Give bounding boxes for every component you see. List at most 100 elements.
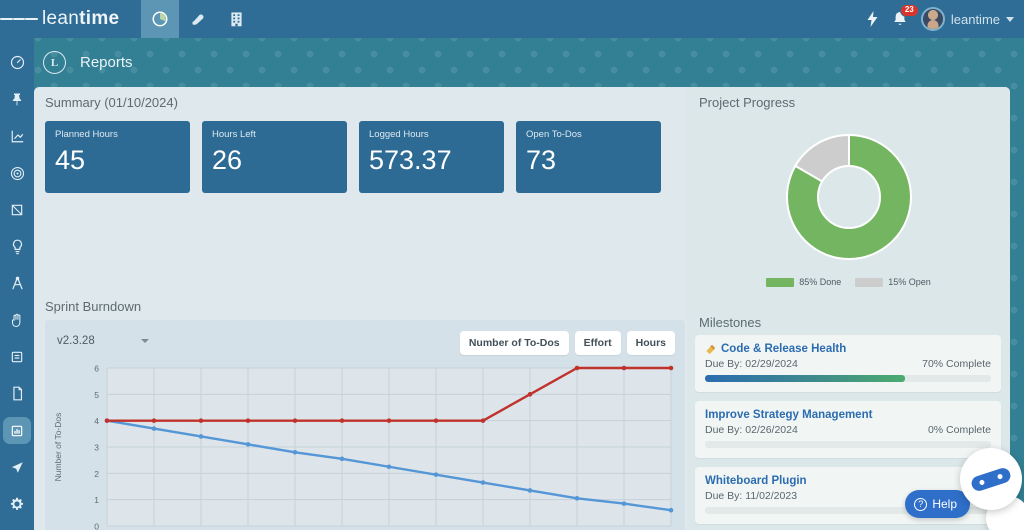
svg-text:0: 0 bbox=[94, 522, 99, 530]
version-select[interactable]: v2.3.28 bbox=[57, 335, 149, 347]
brand-logo[interactable]: leantime bbox=[42, 8, 119, 30]
milestones-title: Milestones bbox=[699, 315, 762, 330]
sidebar-item-files[interactable] bbox=[3, 380, 31, 408]
card-value: 26 bbox=[212, 145, 243, 175]
svg-text:4: 4 bbox=[94, 416, 99, 426]
card-label: Open To-Dos bbox=[526, 129, 582, 140]
legend-item-open: 15% Open bbox=[855, 277, 931, 287]
summary-card-open-todos[interactable]: Open To-Dos 73 bbox=[516, 121, 661, 193]
brand-light-text: lean bbox=[42, 8, 80, 29]
summary-cards: Planned Hours 45 Hours Left 26 Logged Ho… bbox=[45, 121, 685, 193]
svg-text:1: 1 bbox=[94, 495, 99, 505]
summary-card-hours-left[interactable]: Hours Left 26 bbox=[202, 121, 347, 193]
milestone-percent: 70% Complete bbox=[922, 358, 991, 370]
notifications-button[interactable]: 23 bbox=[893, 4, 919, 27]
sidebar-item-research[interactable] bbox=[3, 270, 31, 298]
milestone-card[interactable]: Improve Strategy Management Due By: 02/2… bbox=[695, 401, 1001, 458]
sidebar-item-wiki[interactable] bbox=[3, 343, 31, 371]
sidebar-item-dashboard[interactable] bbox=[3, 49, 31, 77]
tag-icon bbox=[706, 344, 716, 354]
legend-label: 15% Open bbox=[888, 277, 931, 287]
milestone-card[interactable]: Code & Release Health Due By: 02/29/2024… bbox=[695, 335, 1001, 392]
gear-icon[interactable] bbox=[3, 490, 31, 518]
svg-text:6: 6 bbox=[94, 364, 99, 374]
left-column: Summary (01/10/2024) Planned Hours 45 Ho… bbox=[34, 87, 687, 530]
version-value: v2.3.28 bbox=[57, 335, 95, 347]
chart-metric-buttons: Number of To-Dos Effort Hours bbox=[459, 331, 675, 355]
milestone-name-row: Code & Release Health bbox=[705, 343, 991, 355]
question-icon: ? bbox=[914, 497, 928, 511]
sidebar-item-board[interactable] bbox=[3, 196, 31, 224]
metric-button-number-of-todos[interactable]: Number of To-Dos bbox=[459, 331, 569, 355]
svg-text:3: 3 bbox=[94, 443, 99, 453]
sprint-burndown-chart: v2.3.28 Number of To-Dos Effort Hours 0 1… bbox=[45, 320, 685, 530]
card-value: 73 bbox=[526, 145, 557, 175]
card-label: Logged Hours bbox=[369, 129, 429, 140]
brand-bold-text: time bbox=[79, 8, 120, 29]
milestone-meta: Due By: 02/26/2024 0% Complete bbox=[705, 424, 991, 436]
sidebar-item-ideas[interactable] bbox=[3, 233, 31, 261]
sidebar-item-retrospective[interactable] bbox=[3, 306, 31, 334]
hamburger-icon[interactable] bbox=[0, 0, 39, 38]
leantime-logo-icon: L bbox=[43, 51, 66, 74]
left-sidebar bbox=[0, 38, 34, 530]
milestone-progress-fill bbox=[705, 375, 906, 382]
burndown-svg: 0123456Jul 24Jul 25Jul 26Jul 27Jul 28Jul… bbox=[53, 364, 674, 530]
milestone-percent: 0% Complete bbox=[927, 424, 991, 436]
milestone-name: Whiteboard Plugin bbox=[705, 475, 807, 487]
summary-card-planned-hours[interactable]: Planned Hours 45 bbox=[45, 121, 190, 193]
project-progress-title: Project Progress bbox=[699, 95, 796, 110]
milestone-due: Due By: 11/02/2023 bbox=[705, 490, 798, 502]
svg-text:Number of To-Dos: Number of To-Dos bbox=[53, 413, 63, 482]
top-bar: leantime 23 leantime bbox=[0, 0, 1024, 38]
chart-controls: v2.3.28 bbox=[57, 335, 149, 347]
legend-swatch bbox=[766, 277, 795, 287]
milestone-progress-bar bbox=[705, 441, 991, 448]
card-label: Hours Left bbox=[212, 129, 256, 140]
top-nav bbox=[141, 0, 255, 38]
project-progress-donut bbox=[687, 117, 1010, 277]
donut-legend: 85% Done 15% Open bbox=[687, 277, 1010, 287]
sprint-burndown-title: Sprint Burndown bbox=[45, 299, 142, 314]
legend-swatch bbox=[855, 277, 884, 287]
milestone-name: Improve Strategy Management bbox=[705, 409, 873, 421]
help-button[interactable]: ? Help bbox=[905, 490, 970, 518]
svg-text:2: 2 bbox=[94, 469, 99, 479]
chat-widget[interactable] bbox=[960, 448, 1022, 510]
sidebar-item-goals[interactable] bbox=[3, 159, 31, 187]
summary-card-logged-hours[interactable]: Logged Hours 573.37 bbox=[359, 121, 504, 193]
chat-icon bbox=[969, 465, 1013, 493]
main-panel: Summary (01/10/2024) Planned Hours 45 Ho… bbox=[34, 87, 1010, 530]
legend-label: 85% Done bbox=[799, 277, 842, 287]
milestone-due: Due By: 02/29/2024 bbox=[705, 358, 798, 370]
app-root: leantime 23 leantime L Reports Summary (… bbox=[0, 0, 1024, 530]
sidebar-item-reports[interactable] bbox=[3, 416, 31, 445]
building-icon[interactable] bbox=[217, 0, 255, 38]
right-column: Project Progress 85% Done 15% Open Miles… bbox=[687, 87, 1010, 530]
svg-text:5: 5 bbox=[94, 390, 99, 400]
chevron-down-icon bbox=[1006, 16, 1014, 22]
user-menu[interactable]: leantime bbox=[920, 7, 1014, 31]
sidebar-item-pin[interactable] bbox=[3, 86, 31, 114]
donut-svg bbox=[785, 133, 912, 260]
card-value: 45 bbox=[55, 145, 86, 175]
milestone-progress-bar bbox=[705, 375, 991, 382]
metric-button-effort[interactable]: Effort bbox=[574, 331, 621, 355]
lightning-icon[interactable] bbox=[866, 11, 879, 27]
milestone-meta: Due By: 02/29/2024 70% Complete bbox=[705, 358, 991, 370]
burndown-plot: 0123456Jul 24Jul 25Jul 26Jul 27Jul 28Jul… bbox=[45, 358, 685, 530]
summary-title: Summary (01/10/2024) bbox=[45, 95, 178, 110]
summary-section: Summary (01/10/2024) Planned Hours 45 Ho… bbox=[45, 95, 685, 193]
help-label: Help bbox=[932, 497, 957, 511]
sidebar-item-send[interactable] bbox=[3, 453, 31, 481]
timer-icon[interactable] bbox=[141, 0, 180, 38]
legend-item-done: 85% Done bbox=[766, 277, 841, 287]
page-title: Reports bbox=[80, 54, 133, 71]
idea-icon[interactable] bbox=[179, 0, 217, 38]
milestone-name-row: Improve Strategy Management bbox=[705, 409, 991, 421]
metric-button-hours[interactable]: Hours bbox=[626, 331, 675, 355]
sidebar-item-timesheets[interactable] bbox=[3, 123, 31, 151]
page-header: L Reports bbox=[34, 38, 1024, 87]
card-value: 573.37 bbox=[369, 145, 452, 175]
milestone-name-row: Whiteboard Plugin bbox=[705, 475, 991, 487]
